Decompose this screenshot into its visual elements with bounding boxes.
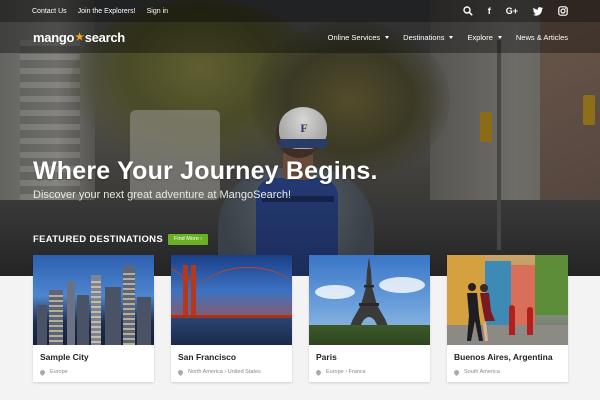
location-text: Europe [50,369,68,375]
destination-name: Sample City [40,352,89,362]
hero-subtitle: Discover your next great adventure at Ma… [33,189,292,201]
destination-location: Europe [38,368,68,376]
google-plus-icon[interactable]: G+ [506,4,518,18]
traveler-cap-band [279,139,327,148]
skyline-lights [91,281,101,345]
skyline-building [77,295,89,345]
star-icon: ★ [75,32,84,43]
skyline-building [67,281,75,345]
street-bollard [527,307,533,335]
tree [535,255,568,315]
nav-item-label: Destinations [403,33,445,42]
destination-name: Buenos Aires, Argentina [454,352,553,362]
chevron-down-icon [449,36,454,39]
location-text: Europe › France [326,369,366,375]
skyline-lights [49,295,63,345]
tango-dancers [467,283,495,341]
eiffel-tower-icon [347,257,391,333]
join-explorers-link[interactable]: Join the Explorers! [78,8,136,15]
utility-bar: Contact Us Join the Explorers! Sign in f… [0,0,600,22]
main-navigation: mango ★ search Online Services Destinati… [0,22,600,53]
page: F Contact Us Join the Explorers! Sign in… [0,0,600,400]
twitter-icon[interactable] [533,4,543,18]
skyline-building [137,297,151,345]
instagram-icon[interactable] [558,4,568,18]
nav-item-explore[interactable]: Explore [467,33,502,42]
nav-item-label: News & Articles [515,33,568,42]
featured-section-title: FEATURED DESTINATIONS [33,234,163,245]
bay-water [171,318,292,345]
skyline-lights [123,273,135,345]
destination-card-sample-city[interactable]: Sample City Europe [33,255,154,382]
cap-logo: F [300,121,308,135]
destination-photo [171,255,292,345]
map-pin-icon [176,368,185,376]
map-pin-icon [314,368,323,376]
find-more-button[interactable]: Find More › [168,234,209,245]
map-pin-icon [38,368,47,376]
nav-item-news-articles[interactable]: News & Articles [516,33,568,42]
nav-item-destinations[interactable]: Destinations [403,33,454,42]
logo-text-mango: mango [33,30,75,45]
hero-title: Where Your Journey Begins. [33,157,378,185]
location-text: South America [464,369,500,375]
nav-menu: Online Services Destinations Explore New… [314,33,568,42]
chevron-down-icon [497,36,502,39]
logo-text-search: search [84,30,125,45]
park-trees [309,325,430,345]
destination-card-san-francisco[interactable]: San Francisco North America › United Sta… [171,255,292,382]
destination-location: Europe › France [314,368,366,376]
search-icon[interactable] [463,4,473,18]
nav-item-label: Online Services [327,33,381,42]
nav-item-online-services[interactable]: Online Services [328,33,390,42]
skyline-building [37,305,47,345]
contact-us-link[interactable]: Contact Us [32,8,67,15]
nav-item-label: Explore [467,33,493,42]
chevron-down-icon [385,36,390,39]
skyline-building [105,287,121,345]
site-logo[interactable]: mango ★ search [33,30,125,45]
sign-in-link[interactable]: Sign in [147,8,168,15]
destination-photo [447,255,568,345]
social-icons: f G+ [448,4,568,18]
destination-location: North America › United States [176,368,261,376]
destination-location: South America [452,368,500,376]
destination-name: Paris [316,352,337,362]
facebook-icon[interactable]: f [488,4,491,18]
destination-card-buenos-aires[interactable]: Buenos Aires, Argentina South America [447,255,568,382]
destination-name: San Francisco [178,352,237,362]
destination-card-paris[interactable]: Paris Europe › France [309,255,430,382]
location-text: North America › United States [188,369,261,375]
street-bollard [509,305,515,335]
destination-photo [33,255,154,345]
destination-photo [309,255,430,345]
map-pin-icon [452,368,461,376]
